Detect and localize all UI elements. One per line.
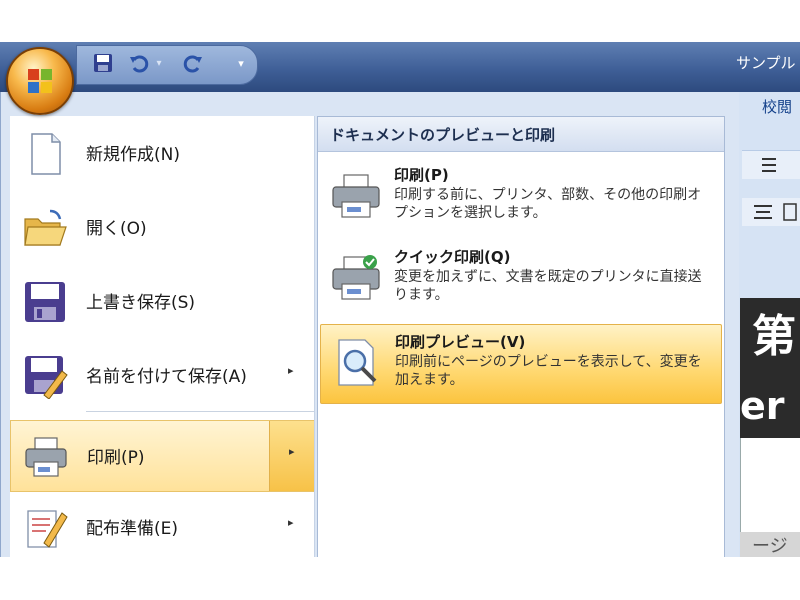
undo-icon — [130, 55, 149, 73]
ribbon-group-paragraph[interactable] — [742, 150, 800, 179]
submenu-item-quick-print[interactable]: クイック印刷(Q) 変更を加えずに、文書を既定のプリンタに直接送ります。 — [320, 240, 720, 318]
menu-separator — [86, 411, 314, 412]
top-margin — [0, 0, 800, 42]
menu-item-label: 配布準備(E) — [86, 519, 179, 539]
submenu-item-description: 印刷前にページのプレビューを表示して、変更を加えます。 — [395, 354, 702, 388]
chevron-down-icon: ▾ — [238, 56, 244, 70]
submenu-item-title: 印刷プレビュー(V) — [395, 333, 526, 351]
save-icon — [94, 54, 112, 72]
quick-print-icon — [332, 255, 380, 300]
office-button[interactable] — [6, 47, 74, 115]
new-document-icon — [31, 133, 61, 175]
menu-item-save[interactable]: 上書き保存(S) — [10, 266, 314, 336]
submenu-item-description: 印刷する前に、プリンタ、部数、その他の印刷オプションを選択します。 — [394, 187, 702, 221]
menu-item-label: 印刷(P) — [87, 448, 145, 468]
document-footer-text: ージ — [752, 536, 788, 557]
qat-undo-dropdown[interactable]: ▾ — [153, 50, 165, 76]
qat-redo-button[interactable] — [180, 50, 206, 76]
qat-save-button[interactable] — [90, 50, 116, 76]
submenu-item-title: 印刷(P) — [394, 166, 449, 184]
submenu-arrow-icon: ▸ — [288, 516, 294, 529]
qat-customize-button[interactable]: ▾ — [232, 50, 250, 76]
printer-icon — [332, 174, 380, 218]
menu-item-label: 名前を付けて保存(A) — [86, 367, 247, 387]
bottom-margin — [0, 557, 800, 600]
submenu-title: ドキュメントのプレビューと印刷 — [330, 126, 556, 144]
submenu-arrow-icon: ▸ — [289, 445, 295, 458]
menu-item-save-as[interactable]: 名前を付けて保存(A) ▸ — [10, 340, 314, 410]
align-center-icon — [754, 203, 797, 221]
submenu-item-print[interactable]: 印刷(P) 印刷する前に、プリンタ、部数、その他の印刷オプションを選択します。 — [320, 158, 720, 236]
document-heading: 第 — [752, 311, 796, 362]
submenu-item-print-preview[interactable]: 印刷プレビュー(V) 印刷前にページのプレビューを表示して、変更を加えます。 — [320, 324, 722, 404]
open-folder-icon — [24, 209, 67, 246]
ribbon-tab-review[interactable]: 校閲 — [762, 96, 792, 117]
print-preview-icon — [338, 339, 377, 386]
chevron-down-icon: ▾ — [156, 57, 162, 69]
menu-item-new[interactable]: 新規作成(N) — [10, 118, 314, 188]
menu-item-print[interactable]: 印刷(P) ▸ — [10, 420, 314, 492]
document-page — [740, 438, 800, 538]
menu-item-label: 開く(O) — [86, 219, 147, 239]
menu-item-open[interactable]: 開く(O) — [10, 192, 314, 262]
redo-icon — [183, 55, 202, 73]
submenu-item-title: クイック印刷(Q) — [394, 248, 511, 266]
submenu-item-description: 変更を加えずに、文書を既定のプリンタに直接送ります。 — [394, 269, 702, 303]
menu-item-label: 上書き保存(S) — [86, 293, 196, 313]
save-as-icon — [25, 356, 68, 399]
printer-icon — [25, 437, 67, 477]
ribbon-group-align[interactable] — [742, 198, 800, 226]
menu-item-prepare[interactable]: 配布準備(E) ▸ — [10, 492, 314, 562]
window-title: サンプル — [736, 54, 796, 72]
qat-undo-button[interactable] — [126, 50, 152, 76]
prepare-icon — [27, 510, 68, 548]
document-subheading: er — [740, 384, 785, 428]
menu-item-label: 新規作成(N) — [86, 145, 180, 165]
submenu-arrow-icon: ▸ — [288, 364, 294, 377]
save-icon — [25, 282, 65, 322]
office-logo-icon — [28, 69, 52, 93]
list-icon — [762, 158, 776, 172]
